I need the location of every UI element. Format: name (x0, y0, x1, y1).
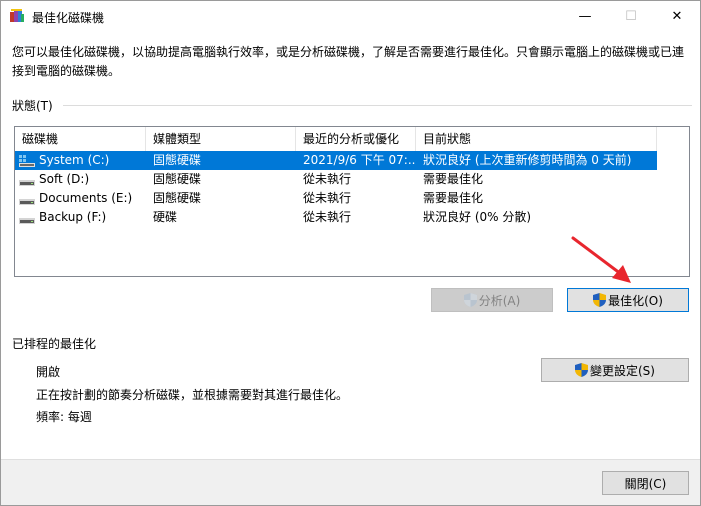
drive-icon (19, 217, 35, 224)
minimize-icon: — (578, 9, 592, 24)
drives-list-body: System (C:) 固態硬碟 2021/9/6 下午 07:... 狀況良好 (上… (15, 151, 689, 227)
maximize-button[interactable]: ☐ (608, 1, 654, 32)
drive-row[interactable]: Backup (F:) 硬碟 從未執行 狀況良好 (0% 分散) (15, 208, 689, 227)
close-window-button[interactable]: ✕ (654, 1, 700, 32)
optimize-drives-window: 最佳化磁碟機 — ☐ ✕ 您可以最佳化磁碟機，以協助提高電腦執行效率，或是分析磁… (0, 0, 701, 506)
drive-media-type: 固態硬碟 (153, 153, 202, 167)
drive-media-type: 硬碟 (153, 210, 178, 224)
column-header-media-type[interactable]: 媒體類型 (146, 127, 296, 151)
drive-icon (19, 179, 35, 186)
drive-last-run: 從未執行 (303, 191, 352, 205)
drive-name: Backup (F:) (39, 210, 107, 224)
status-group-divider (62, 104, 692, 106)
close-button-label: 關閉(C) (624, 476, 667, 491)
drive-media-type: 固態硬碟 (153, 191, 202, 205)
change-settings-button[interactable]: 變更設定(S) (541, 358, 689, 382)
close-icon: ✕ (671, 9, 683, 24)
drive-name-cell: Documents (E:) (15, 189, 146, 208)
drive-status: 需要最佳化 (423, 172, 484, 186)
drive-icon (19, 198, 35, 205)
drive-last-run: 2021/9/6 下午 07:... (303, 153, 416, 167)
drive-media-type: 固態硬碟 (153, 172, 202, 186)
column-header-drive[interactable]: 磁碟機 (15, 127, 146, 151)
minimize-button[interactable]: — (562, 1, 608, 32)
uac-shield-icon (593, 293, 607, 307)
analyze-button-label: 分析(A) (478, 293, 521, 308)
schedule-group-header: 已排程的最佳化 (12, 335, 692, 351)
drive-name-cell: System (C:) (15, 151, 146, 170)
uac-shield-icon (463, 293, 477, 307)
drive-status: 狀況良好 (上次重新修剪時間為 0 天前) (423, 153, 632, 167)
column-header-last-run[interactable]: 最近的分析或優化 (296, 127, 416, 151)
title-bar[interactable]: 最佳化磁碟機 — ☐ ✕ (1, 1, 700, 32)
optimize-button[interactable]: 最佳化(O) (567, 288, 689, 312)
drive-last-run: 從未執行 (303, 210, 352, 224)
status-group-header: 狀態(T) (12, 97, 692, 113)
schedule-group-label: 已排程的最佳化 (12, 336, 97, 351)
change-settings-label: 變更設定(S) (590, 363, 655, 378)
window-title: 最佳化磁碟機 (32, 11, 105, 25)
drive-name: System (C:) (39, 153, 110, 167)
system-drive-icon (19, 154, 35, 167)
description-text: 您可以最佳化磁碟機，以協助提高電腦執行效率，或是分析磁碟機，了解是否需要進行最佳… (12, 45, 685, 78)
annotation-arrow-icon (571, 236, 631, 283)
drive-row[interactable]: Documents (E:) 固態硬碟 從未執行 需要最佳化 (15, 189, 689, 208)
status-group-label: 狀態(T) (12, 98, 53, 113)
close-button[interactable]: 關閉(C) (602, 471, 689, 495)
column-header-status[interactable]: 目前狀態 (416, 127, 657, 151)
maximize-icon: ☐ (625, 9, 637, 24)
drive-name-cell: Soft (D:) (15, 170, 146, 189)
drive-status: 需要最佳化 (423, 191, 484, 205)
drive-name: Soft (D:) (39, 172, 90, 186)
drives-list-header: 磁碟機 媒體類型 最近的分析或優化 目前狀態 (15, 127, 689, 151)
drive-row[interactable]: Soft (D:) 固態硬碟 從未執行 需要最佳化 (15, 170, 689, 189)
defrag-app-icon (10, 9, 24, 22)
drive-last-run: 從未執行 (303, 172, 352, 186)
uac-shield-icon (575, 363, 588, 377)
schedule-state: 開啟 (36, 365, 61, 379)
schedule-frequency: 頻率: 每週 (36, 410, 92, 424)
schedule-detail: 正在按計劃的節奏分析磁碟，並根據需要對其進行最佳化。 (36, 388, 349, 402)
analyze-button[interactable]: 分析(A) (431, 288, 553, 312)
drive-name: Documents (E:) (39, 191, 133, 205)
drive-name-cell: Backup (F:) (15, 208, 146, 227)
optimize-button-label: 最佳化(O) (608, 293, 663, 308)
drive-status: 狀況良好 (0% 分散) (423, 210, 532, 224)
drive-row[interactable]: System (C:) 固態硬碟 2021/9/6 下午 07:... 狀況良好 (上… (15, 151, 657, 170)
footer-bar (1, 459, 700, 505)
